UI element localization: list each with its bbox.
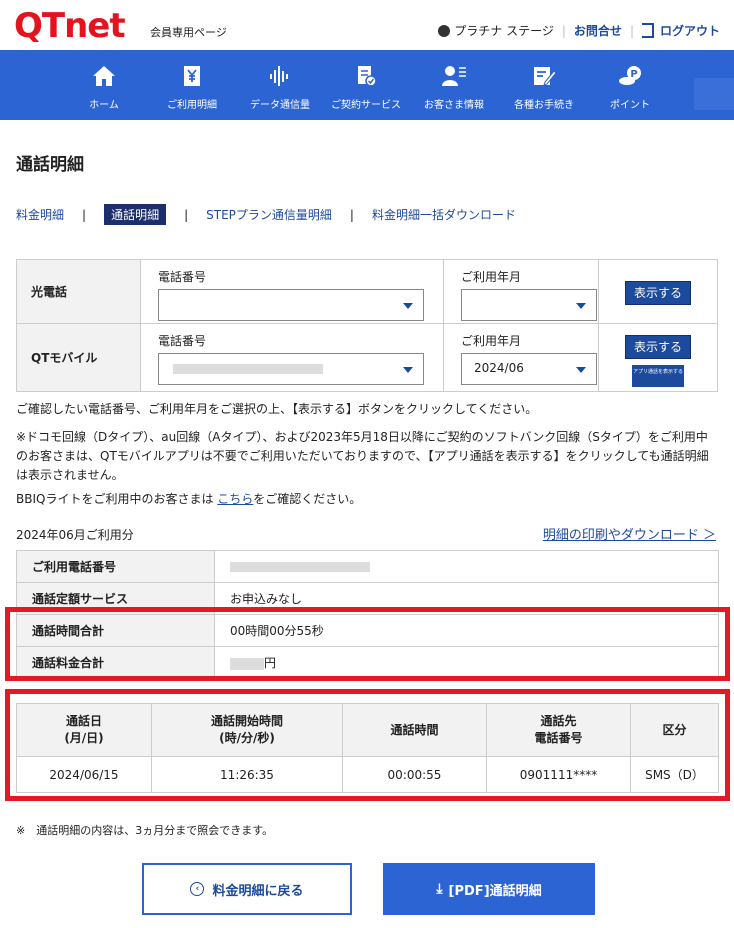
selector-table: 光電話 電話番号 ご利用年月 表示する QTモバイル 電話番号 ご利用年月 20… [16,259,718,392]
mobile-month-select[interactable]: 2024/06 [461,353,597,385]
mobile-label: QTモバイル [16,323,141,392]
page-title: 通話明細 [16,155,84,175]
chevron-down-icon [393,290,423,320]
nav-label: 各種お手続き [514,100,574,111]
subnav-separator: | [184,207,189,222]
instruction-note: ご確認したい電話番号、ご利用年月をご選択の上、【表示する】ボタンをクリックしてく… [16,402,538,416]
home-icon [93,66,115,86]
logout-link[interactable]: ログアウト [660,22,720,39]
subnav-billing[interactable]: 料金明細 [16,206,64,223]
nav-item-procedures[interactable]: 各種お手続き [504,50,584,120]
usage-month: 2024年06月ご利用分 [16,528,134,542]
download-icon: ⤓ [436,881,443,897]
edit-form-icon [534,67,556,86]
nav-label: ホーム [89,100,119,111]
nav-item-home[interactable]: ホーム [64,50,144,120]
nav-label: ポイント [610,100,650,111]
bbiq-note-text: BBIQライトをご利用中のお客さまは [16,492,214,506]
stage-badge-icon [438,24,451,37]
contract-icon [358,66,377,87]
highlight-box-totals [5,607,730,681]
sub-nav: 料金明細 | 通話明細 | STEPプラン通信量明細 | 料金明細一括ダウンロー… [16,204,516,225]
bbiq-note: BBIQライトをご利用中のお客さまは こちらをご確認ください。 [16,490,718,509]
pdf-button-label: [PDF]通話明細 [448,883,542,899]
nav-label: ご利用明細 [167,100,217,111]
subnav-separator: | [82,207,87,222]
mobile-phone-select[interactable] [158,353,424,385]
chevron-down-icon [566,354,596,384]
hikari-phone-select[interactable] [158,289,424,321]
hikari-month-select[interactable] [461,289,597,321]
highlight-box-details [5,689,730,801]
subnav-step[interactable]: STEPプラン通信量明細 [206,206,332,223]
back-to-billing-button[interactable]: ‹ 料金明細に戻る [142,863,352,915]
main-nav: ホーム ご利用明細 データ通信量 ご契約サービス お客さま情報 各種お手続き P… [0,50,734,120]
masked-phone-number [230,562,370,572]
subnav-calls[interactable]: 通話明細 [104,204,167,225]
nav-label: ご契約サービス [331,100,401,111]
nav-label: データ通信量 [250,100,310,111]
nav-item-customer-info[interactable]: お客さま情報 [414,50,494,120]
header-links: プラチナ ステージ | お問合せ | ログアウト [438,22,720,39]
coin-point-icon: P [619,66,641,85]
hikari-show-button[interactable]: 表示する [625,281,691,305]
nav-item-data-usage[interactable]: データ通信量 [240,50,320,120]
month-label: ご利用年月 [461,334,522,348]
subnav-separator: | [349,207,354,222]
subnav-bulk-download[interactable]: 料金明細一括ダウンロード [372,206,516,223]
show-app-calls-button[interactable]: アプリ通話を表示する [632,365,684,387]
phone-label: 電話番号 [158,270,207,284]
mobile-show-button[interactable]: 表示する [625,335,691,359]
select-value: 2024/06 [474,361,524,375]
chevron-down-icon [393,354,423,384]
month-label: ご利用年月 [461,270,522,284]
membership-stage: プラチナ ステージ [454,24,554,38]
hikari-label: 光電話 [16,259,141,324]
qtnet-logo[interactable]: QTnet [14,6,126,46]
chevron-left-icon: ‹ [190,882,205,896]
bbiq-link[interactable]: こちら [217,492,253,506]
pdf-download-button[interactable]: ⤓ [PDF]通話明細 [383,863,595,915]
sound-wave-icon [270,66,288,86]
yen-receipt-icon [184,66,200,86]
svg-text:P: P [630,69,637,80]
site-header: QTnet 会員専用ページ プラチナ ステージ | お問合せ | ログアウト [0,0,734,50]
member-page-label: 会員専用ページ [150,26,227,39]
phone-number-value [214,550,719,583]
user-icon [442,66,466,86]
line-type-note: ※ドコモ回線（Dタイプ）、au回線（Aタイプ）、および2023年5月18日以降に… [16,430,709,482]
phone-number-label: ご利用電話番号 [16,550,215,583]
phone-label: 電話番号 [158,334,207,348]
nav-item-contract[interactable]: ご契約サービス [326,50,406,120]
masked-phone-number [173,364,323,374]
back-button-label: 料金明細に戻る [212,883,304,899]
nav-item-billing[interactable]: ご利用明細 [152,50,232,120]
logout-icon [641,23,654,38]
nav-end-block [694,78,734,110]
chevron-down-icon [566,290,596,320]
nav-item-points[interactable]: P ポイント [590,50,670,120]
nav-label: お客さま情報 [424,100,484,111]
retention-note: ※ 通話明細の内容は、3ヵ月分まで照会できます。 [16,824,274,837]
bbiq-note-text-post: をご確認ください。 [253,492,362,506]
contact-link[interactable]: お問合せ [574,22,622,39]
print-download-link[interactable]: 明細の印刷やダウンロード ＞ [543,524,716,543]
